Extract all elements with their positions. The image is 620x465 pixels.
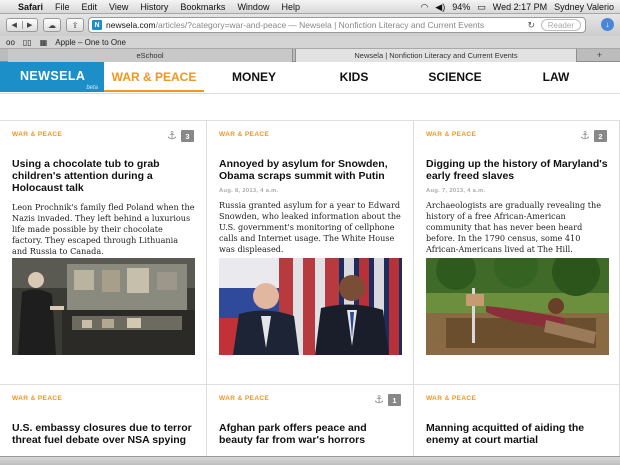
article-card[interactable]: WAR & PEACE ⚓ 2 Digging up the history o… — [414, 121, 620, 385]
article-photo-obama-putin[interactable] — [219, 258, 402, 355]
wifi-icon[interactable]: ◠ — [420, 2, 428, 13]
menu-file[interactable]: File — [55, 2, 70, 12]
menu-bookmarks[interactable]: Bookmarks — [180, 2, 225, 12]
article-card[interactable]: WAR & PEACE Annoyed by asylum for Snowde… — [207, 121, 414, 385]
article-category[interactable]: WAR & PEACE — [426, 395, 476, 402]
anchor-icon: ⚓ — [167, 129, 177, 142]
cloud-icon: ☁ — [48, 20, 56, 30]
logo-text: NEWSELA — [20, 69, 86, 83]
window-bottom-edge — [0, 456, 620, 465]
newsela-favicon: N — [92, 20, 102, 30]
nav-kids[interactable]: KIDS — [304, 62, 404, 92]
volume-icon[interactable]: ◀) — [435, 2, 445, 13]
battery-icon[interactable]: ▭ — [477, 2, 486, 13]
article-card[interactable]: WAR & PEACE Manning acquitted of aiding … — [414, 385, 620, 465]
article-count: 1 — [388, 394, 401, 406]
menu-history[interactable]: History — [140, 2, 168, 12]
tab-label: Newsela | Nonfiction Literacy and Curren… — [354, 51, 518, 60]
nav-science[interactable]: SCIENCE — [404, 62, 506, 92]
back-arrow-icon[interactable]: ◀ — [7, 21, 22, 29]
top-sites-grid-icon[interactable]: ▦ — [40, 38, 48, 47]
article-card[interactable]: WAR & PEACE ⚓ 1 Afghan park offers peace… — [207, 385, 414, 465]
url-path: /articles/?category=war-and-peace — [155, 20, 287, 30]
reading-list-icon[interactable]: oo — [6, 38, 15, 47]
bookmarks-book-icon[interactable]: ▯▯ — [23, 38, 32, 47]
nav-money[interactable]: MONEY — [204, 62, 304, 92]
beta-label: beta — [86, 85, 98, 91]
anchor-icon: ⚓ — [580, 129, 590, 142]
menubar: Safari File Edit View History Bookmarks … — [0, 0, 620, 14]
article-title[interactable]: Manning acquitted of aiding the enemy at… — [426, 422, 608, 446]
url-host: newsela.com — [106, 20, 156, 30]
anchor-icon: ⚓ — [374, 393, 384, 406]
article-category[interactable]: WAR & PEACE — [12, 395, 62, 402]
site-navigation: NEWSELA beta WAR & PEACE MONEY KIDS SCIE… — [0, 62, 620, 94]
share-button[interactable]: ⇪ — [66, 18, 84, 32]
user-name[interactable]: Sydney Valerio — [554, 2, 614, 12]
article-date: Aug. 7, 2013, 4 a.m. — [426, 188, 486, 194]
address-bar[interactable]: N newsela.com /articles/?category=war-an… — [88, 17, 586, 33]
article-count: 2 — [594, 130, 607, 142]
newsela-logo[interactable]: NEWSELA beta — [0, 62, 104, 92]
browser-toolbar: ◀ ▶ ☁ ⇪ N newsela.com /articles/?categor… — [0, 14, 620, 36]
tab-eschool[interactable]: eSchool — [8, 49, 293, 62]
icloud-tabs-button[interactable]: ☁ — [43, 18, 61, 32]
article-category[interactable]: WAR & PEACE — [219, 395, 269, 402]
tab-label: eSchool — [136, 51, 164, 60]
menu-help[interactable]: Help — [281, 2, 300, 12]
new-tab-plus-icon[interactable]: + — [597, 50, 602, 60]
article-summary: Russia granted asylum for a year to Edwa… — [219, 200, 401, 254]
article-card[interactable]: WAR & PEACE U.S. embassy closures due to… — [0, 385, 207, 465]
bookmark-apple-one-to-one[interactable]: Apple – One to One — [55, 38, 126, 47]
article-title[interactable]: Digging up the history of Maryland's ear… — [426, 158, 608, 182]
menu-window[interactable]: Window — [237, 2, 269, 12]
nav-law[interactable]: LAW — [506, 62, 606, 92]
tab-newsela[interactable]: Newsela | Nonfiction Literacy and Curren… — [295, 49, 577, 62]
battery-percent[interactable]: 94% — [452, 2, 470, 12]
back-forward-buttons: ◀ ▶ — [6, 18, 38, 32]
article-photo-holocaust-museum[interactable] — [12, 258, 195, 355]
article-title[interactable]: Using a chocolate tub to grab children's… — [12, 158, 194, 194]
share-icon: ⇪ — [71, 20, 79, 30]
article-title[interactable]: Afghan park offers peace and beauty far … — [219, 422, 401, 446]
reload-icon[interactable]: ↻ — [527, 20, 535, 31]
article-title[interactable]: Annoyed by asylum for Snowden, Obama scr… — [219, 158, 401, 182]
status-area: ◠ ◀) 94% ▭ Wed 2:17 PM Sydney Valerio — [420, 0, 614, 14]
article-category[interactable]: WAR & PEACE — [12, 131, 62, 138]
menu-safari[interactable]: Safari — [18, 2, 43, 12]
tab-bar: eSchool Newsela | Nonfiction Literacy an… — [0, 49, 620, 62]
forward-arrow-icon[interactable]: ▶ — [21, 21, 38, 29]
article-summary: Leon Prochnik's family fled Poland when … — [12, 202, 195, 256]
article-category[interactable]: WAR & PEACE — [426, 131, 476, 138]
article-photo-archaeology-dig[interactable] — [426, 258, 609, 355]
article-card[interactable]: WAR & PEACE ⚓ 3 Using a chocolate tub to… — [0, 121, 207, 385]
article-grid: WAR & PEACE ⚓ 3 Using a chocolate tub to… — [0, 120, 620, 465]
article-count: 3 — [181, 130, 194, 142]
menu-edit[interactable]: Edit — [82, 2, 98, 12]
nav-war-and-peace[interactable]: WAR & PEACE — [104, 62, 204, 92]
article-category[interactable]: WAR & PEACE — [219, 131, 269, 138]
menu-view[interactable]: View — [109, 2, 128, 12]
article-badge: ⚓ 1 — [374, 394, 401, 406]
article-summary: Archaeologists are gradually revealing t… — [426, 200, 602, 254]
reader-button[interactable]: Reader — [540, 19, 581, 31]
article-title[interactable]: U.S. embassy closures due to terror thre… — [12, 422, 194, 446]
url-page-title: — Newsela | Nonfiction Literacy and Curr… — [288, 20, 485, 30]
bookmarks-bar: oo ▯▯ ▦ Apple – One to One — [0, 36, 620, 49]
article-badge: ⚓ 3 — [167, 130, 194, 142]
downloads-icon[interactable]: ↓ — [601, 18, 614, 31]
article-date: Aug. 8, 2013, 4 a.m. — [219, 188, 279, 194]
article-badge: ⚓ 2 — [580, 130, 607, 142]
clock[interactable]: Wed 2:17 PM — [493, 2, 547, 12]
